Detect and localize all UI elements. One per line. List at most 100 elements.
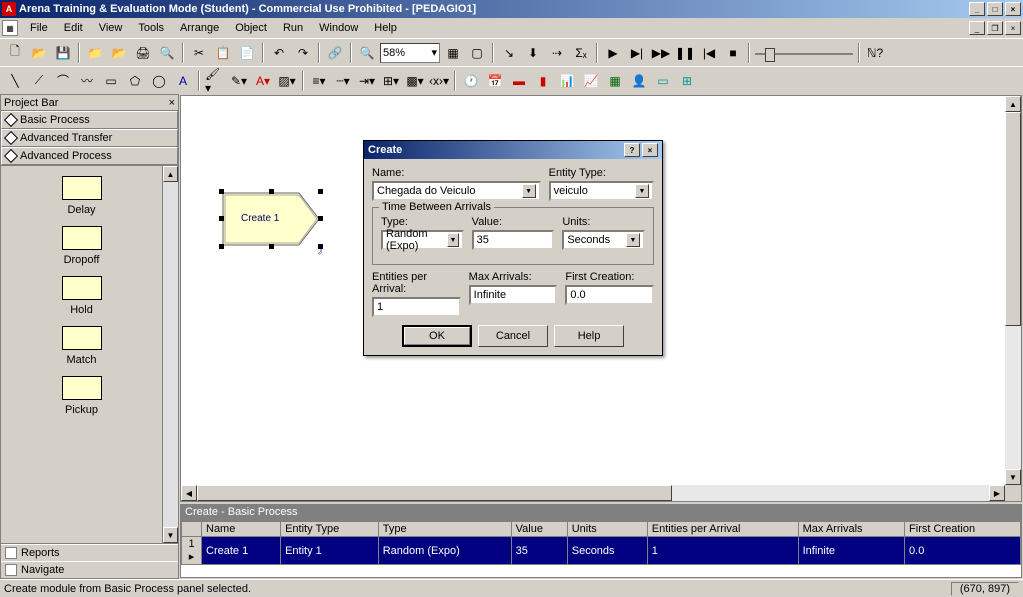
zoom-icon[interactable]: 🔍: [356, 42, 378, 64]
open-icon[interactable]: 📂: [28, 42, 50, 64]
plot-icon[interactable]: 📈: [580, 70, 602, 92]
minimize-button[interactable]: _: [969, 2, 985, 16]
table-row[interactable]: 1 ▸ Create 1 Entity 1 Random (Expo) 35 S…: [182, 537, 1021, 565]
ff-end-icon[interactable]: ▶▶: [650, 42, 672, 64]
mdi-doc-icon[interactable]: ▦: [2, 20, 18, 36]
play-icon[interactable]: ▶: [602, 42, 624, 64]
help-button[interactable]: Help: [554, 325, 624, 347]
text-color-icon[interactable]: A▾: [252, 70, 274, 92]
print-icon[interactable]: 🖨: [132, 42, 154, 64]
link-icon[interactable]: 🔗: [324, 42, 346, 64]
mdi-restore-button[interactable]: ❐: [987, 21, 1003, 35]
project-bar-close-icon[interactable]: ×: [169, 97, 175, 109]
folder-icon[interactable]: 📁: [84, 42, 106, 64]
module-dropoff[interactable]: Dropoff: [1, 226, 162, 266]
menu-file[interactable]: File: [22, 20, 56, 36]
canvas-hscroll[interactable]: ◀▶: [181, 485, 1005, 501]
pattern-icon[interactable]: ▩▾: [404, 70, 426, 92]
entity-type-select[interactable]: veiculo▼: [549, 181, 654, 201]
arrow-style-icon[interactable]: ⇥▾: [356, 70, 378, 92]
queue-icon[interactable]: ▭: [652, 70, 674, 92]
clock-icon[interactable]: 🕐: [460, 70, 482, 92]
cut-icon[interactable]: ✂: [188, 42, 210, 64]
module-list-scrollbar[interactable]: ▲▼: [162, 166, 178, 543]
first-input[interactable]: 0.0: [565, 285, 654, 305]
maximize-button[interactable]: □: [987, 2, 1003, 16]
line-icon[interactable]: ╲: [4, 70, 26, 92]
module-delay[interactable]: Delay: [1, 176, 162, 216]
module-hold[interactable]: Hold: [1, 276, 162, 316]
dialog-close-icon[interactable]: ×: [642, 143, 658, 157]
module-pickup[interactable]: Pickup: [1, 376, 162, 416]
epa-input[interactable]: 1: [372, 297, 461, 317]
rect-icon[interactable]: ▭: [100, 70, 122, 92]
speed-slider[interactable]: [754, 43, 854, 63]
ellipse-icon[interactable]: ◯: [148, 70, 170, 92]
bezier-icon[interactable]: 〰: [76, 70, 98, 92]
connect-icon[interactable]: ↘: [498, 42, 520, 64]
section-advanced-process[interactable]: Advanced Process: [1, 147, 178, 165]
rewind-icon[interactable]: |◀: [698, 42, 720, 64]
context-help-icon[interactable]: ℕ?: [864, 42, 886, 64]
menu-arrange[interactable]: Arrange: [172, 20, 227, 36]
layers-icon[interactable]: ▦: [442, 42, 464, 64]
navigate-button[interactable]: Navigate: [1, 561, 178, 578]
bg-color-icon[interactable]: ▨▾: [276, 70, 298, 92]
create-module[interactable]: Create 1 〙: [221, 191, 321, 247]
reports-button[interactable]: Reports: [1, 544, 178, 561]
name-input[interactable]: Chegada do Veiculo▼: [372, 181, 541, 201]
section-advanced-transfer[interactable]: Advanced Transfer: [1, 129, 178, 147]
cancel-button[interactable]: Cancel: [478, 325, 548, 347]
line-weight-icon[interactable]: ≡▾: [308, 70, 330, 92]
new-icon[interactable]: 🗋: [4, 42, 26, 64]
undo-icon[interactable]: ↶: [268, 42, 290, 64]
arrow-down-icon[interactable]: ⬇: [522, 42, 544, 64]
menu-window[interactable]: Window: [311, 20, 366, 36]
mdi-close-button[interactable]: ×: [1005, 21, 1021, 35]
folder2-icon[interactable]: 📂: [108, 42, 130, 64]
submodel-icon[interactable]: ▢: [466, 42, 488, 64]
maxa-input[interactable]: Infinite: [469, 285, 558, 305]
menu-view[interactable]: View: [91, 20, 131, 36]
global-icon[interactable]: ⊞: [676, 70, 698, 92]
arc-icon[interactable]: ⌒: [52, 70, 74, 92]
zoom-combo[interactable]: 58%▾: [380, 43, 440, 63]
copy-icon[interactable]: 📋: [212, 42, 234, 64]
dialog-help-icon[interactable]: ?: [624, 143, 640, 157]
preview-icon[interactable]: 🔍: [156, 42, 178, 64]
stop-icon[interactable]: ■: [722, 42, 744, 64]
polygon-icon[interactable]: ⬠: [124, 70, 146, 92]
units-select[interactable]: Seconds▼: [562, 230, 645, 250]
fast-forward-icon[interactable]: ▶|: [626, 42, 648, 64]
menu-help[interactable]: Help: [366, 20, 405, 36]
canvas-vscroll[interactable]: ▲▼: [1005, 96, 1021, 485]
animate-icon[interactable]: ▦: [604, 70, 626, 92]
mdi-minimize-button[interactable]: _: [969, 21, 985, 35]
section-basic-process[interactable]: Basic Process: [1, 111, 178, 129]
pause-icon[interactable]: ❚❚: [674, 42, 696, 64]
paste-icon[interactable]: 📄: [236, 42, 258, 64]
date-icon[interactable]: 📅: [484, 70, 506, 92]
type-select[interactable]: Random (Expo)▼: [381, 230, 464, 250]
save-icon[interactable]: 💾: [52, 42, 74, 64]
var-icon[interactable]: ‹x›▾: [428, 70, 450, 92]
variable-icon[interactable]: ▬: [508, 70, 530, 92]
polyline-icon[interactable]: ⟋: [28, 70, 50, 92]
ok-button[interactable]: OK: [402, 325, 472, 347]
text-icon[interactable]: A: [172, 70, 194, 92]
align-icon[interactable]: ⊞▾: [380, 70, 402, 92]
menu-tools[interactable]: Tools: [130, 20, 172, 36]
menu-object[interactable]: Object: [227, 20, 275, 36]
histogram-icon[interactable]: 📊: [556, 70, 578, 92]
resource-icon[interactable]: 👤: [628, 70, 650, 92]
dialog-titlebar[interactable]: Create ? ×: [364, 141, 662, 159]
redo-icon[interactable]: ↷: [292, 42, 314, 64]
step-icon[interactable]: ⇢: [546, 42, 568, 64]
line-color-icon[interactable]: ✎▾: [228, 70, 250, 92]
close-button[interactable]: ×: [1005, 2, 1021, 16]
line-style-icon[interactable]: ┄▾: [332, 70, 354, 92]
fill-color-icon[interactable]: 🖌▾: [204, 70, 226, 92]
value-input[interactable]: 35: [472, 230, 555, 250]
sigma-icon[interactable]: Σₓ: [570, 42, 592, 64]
menu-run[interactable]: Run: [275, 20, 311, 36]
